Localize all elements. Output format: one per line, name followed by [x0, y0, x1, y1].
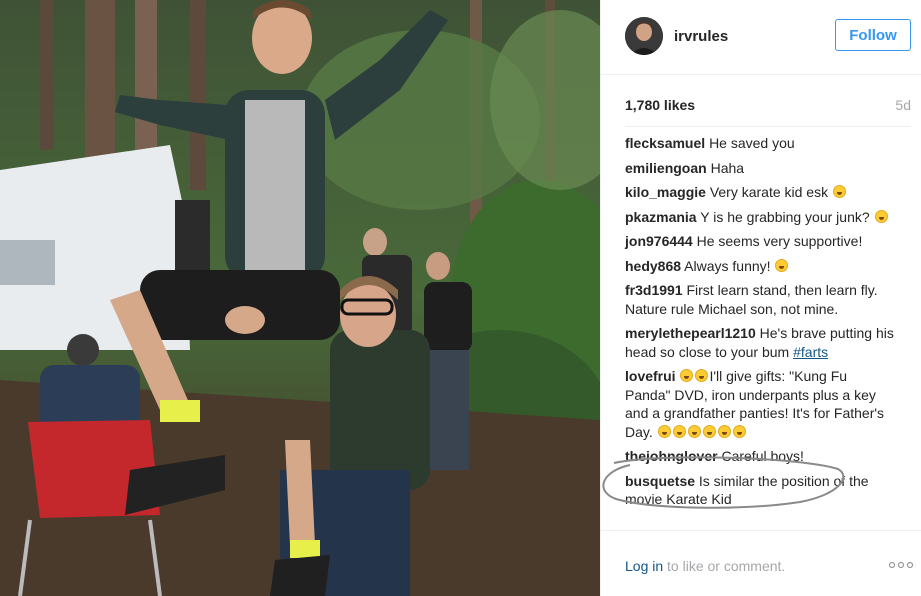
post-sidebar: irvrules Follow 1,780 likes 5d flecksamu… [600, 0, 921, 596]
grinning-face-emoji [695, 369, 709, 382]
photo-illustration [0, 0, 600, 596]
comment-username[interactable]: jon976444 [625, 233, 693, 249]
comment-item: hedy868 Always funny! [625, 257, 895, 276]
likes-count[interactable]: 1,780 likes [625, 97, 695, 113]
comment-item: fr3d1991 First learn stand, then learn f… [625, 281, 895, 318]
comment-username[interactable]: fr3d1991 [625, 282, 683, 298]
comment-item: busquetse Is similar the position of the… [625, 472, 895, 509]
grinning-face-emoji [687, 424, 701, 438]
avatar[interactable] [625, 17, 663, 55]
grinning-face-emoji [775, 258, 789, 272]
comment-text: He saved you [709, 135, 795, 151]
grinning-face-emoji [680, 369, 694, 382]
comment-text: Careful boys! [721, 448, 804, 464]
comment-text: Always funny! [684, 257, 771, 274]
hashtag-link[interactable]: #farts [793, 344, 828, 360]
post-header: irvrules Follow [601, 0, 921, 75]
grinning-face-emoji [732, 424, 746, 438]
grinning-face-emoji [672, 424, 686, 438]
grinning-face-emoji [702, 424, 716, 438]
post-age[interactable]: 5d [895, 97, 911, 113]
comment-username[interactable]: merylethepearl1210 [625, 325, 756, 341]
grinning-face-emoji [657, 424, 671, 438]
comment-item: jon976444 He seems very supportive! [625, 232, 895, 251]
comments-list: flecksamuel He saved you emiliengoan Haha… [625, 134, 895, 515]
comment-item: lovefrui I'll give gifts: "Kung Fu Panda… [625, 367, 895, 441]
post-photo[interactable] [0, 0, 600, 596]
comment-username[interactable]: hedy868 [625, 258, 681, 274]
comment-text: Haha [710, 159, 745, 176]
follow-button[interactable]: Follow [835, 19, 911, 51]
comment-item: pkazmania Y is he grabbing your junk? [625, 208, 895, 227]
grinning-face-emoji [832, 185, 846, 198]
comment-text: He seems very supportive! [696, 233, 863, 249]
comment-username[interactable]: emiliengoan [625, 160, 707, 176]
comment-item: flecksamuel He saved you [625, 134, 895, 153]
grinning-face-emoji [874, 209, 888, 223]
grinning-face-emoji [717, 424, 731, 438]
comment-username[interactable]: flecksamuel [625, 135, 705, 151]
comment-username[interactable]: lovefrui [625, 368, 676, 384]
comment-username[interactable]: busquetse [625, 473, 695, 489]
divider [625, 126, 911, 127]
comment-item: kilo_maggie Very karate kid esk [625, 183, 895, 202]
comment-text: Very karate kid esk [709, 184, 829, 200]
comment-username[interactable]: thejohnglover [625, 448, 718, 464]
comment-username[interactable]: kilo_maggie [625, 184, 706, 200]
login-prompt-text: to like or comment. [663, 558, 786, 574]
comment-item: emiliengoan Haha [625, 159, 895, 178]
more-options-icon[interactable] [888, 561, 914, 569]
login-link[interactable]: Log in [625, 558, 663, 574]
comment-username[interactable]: pkazmania [625, 209, 697, 225]
comment-text: Y is he grabbing your junk? [700, 208, 870, 225]
post-username[interactable]: irvrules [674, 28, 728, 45]
post-footer: Log in to like or comment. [601, 530, 921, 596]
login-prompt: Log in to like or comment. [625, 558, 785, 574]
comment-item: merylethepearl1210 He's brave putting hi… [625, 324, 895, 361]
comment-item: thejohnglover Careful boys! [625, 447, 895, 466]
